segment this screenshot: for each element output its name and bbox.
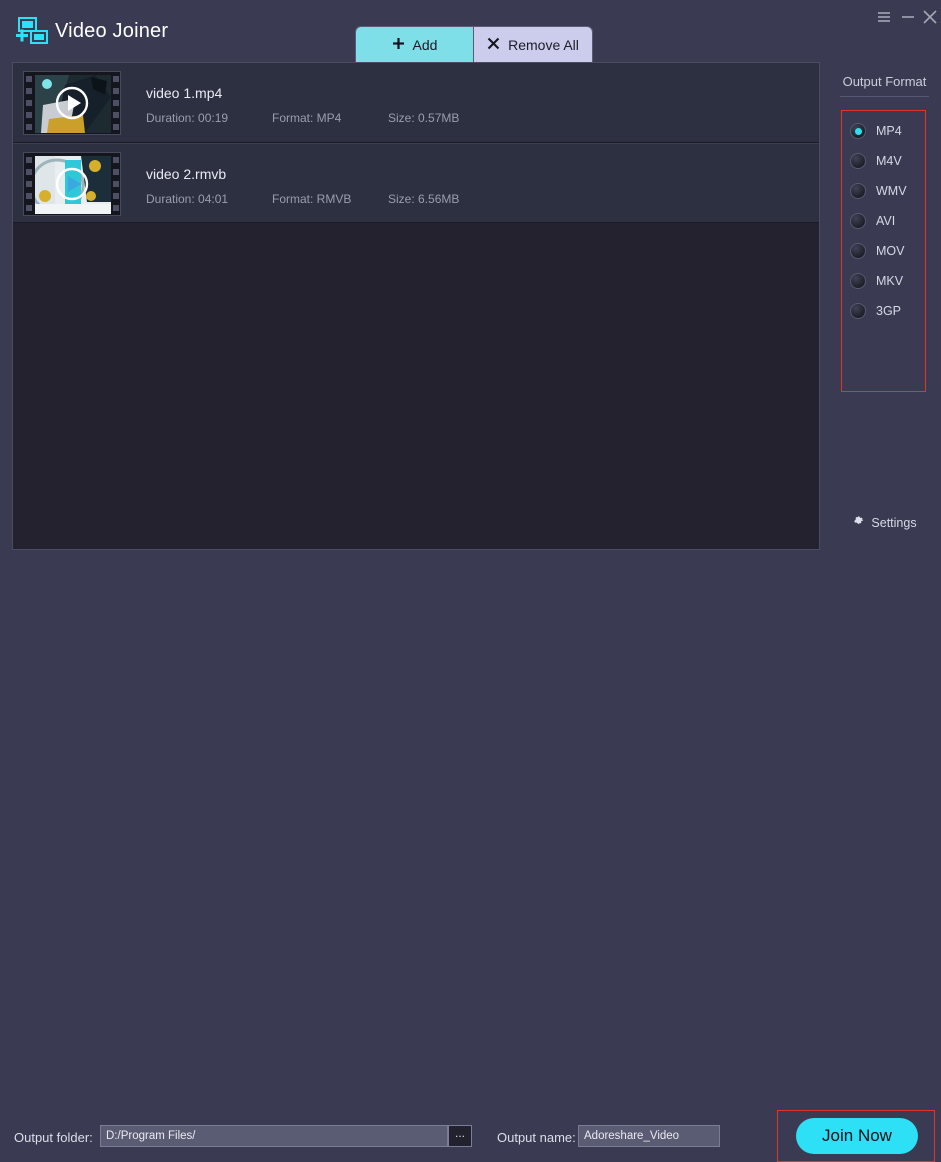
minimize-icon[interactable]: [897, 6, 919, 28]
video-size: Size: 6.56MB: [388, 192, 460, 206]
output-folder-input[interactable]: [100, 1125, 448, 1147]
close-icon[interactable]: [919, 6, 941, 28]
table-row[interactable]: video 1.mp4 Duration: 00:19 Format: MP4 …: [13, 63, 819, 143]
video-thumbnail[interactable]: [23, 152, 121, 216]
play-icon[interactable]: [55, 167, 89, 201]
radio-icon[interactable]: [850, 213, 866, 229]
video-size: Size: 0.57MB: [388, 111, 460, 125]
divider: [840, 96, 929, 97]
format-option-label: AVI: [876, 214, 896, 228]
radio-icon[interactable]: [850, 123, 866, 139]
footer-bar: Output folder: ... Output name: Join Now: [0, 552, 941, 1162]
radio-icon[interactable]: [850, 303, 866, 319]
format-option-mkv[interactable]: MKV: [850, 273, 903, 289]
output-name-label: Output name:: [497, 1130, 576, 1145]
video-duration: Duration: 00:19: [146, 111, 229, 125]
radio-icon[interactable]: [850, 273, 866, 289]
radio-icon[interactable]: [850, 243, 866, 259]
output-format-sidebar: Output Format MP4 M4V WMV AVI MOV MKV 3G…: [828, 62, 941, 550]
format-option-avi[interactable]: AVI: [850, 213, 895, 229]
format-option-mp4[interactable]: MP4: [850, 123, 902, 139]
output-format-title: Output Format: [842, 74, 927, 89]
remove-all-button[interactable]: Remove All: [473, 26, 593, 62]
remove-all-button-label: Remove All: [508, 36, 579, 53]
add-button[interactable]: Add: [355, 26, 473, 62]
join-now-highlight: Join Now: [777, 1110, 935, 1162]
output-name-input[interactable]: [578, 1125, 720, 1147]
format-option-mov[interactable]: MOV: [850, 243, 904, 259]
format-option-3gp[interactable]: 3GP: [850, 303, 901, 319]
video-file-name: video 2.rmvb: [146, 166, 227, 182]
gear-icon: [852, 514, 865, 532]
play-icon[interactable]: [55, 86, 89, 120]
radio-icon[interactable]: [850, 183, 866, 199]
format-option-label: M4V: [876, 154, 902, 168]
output-folder-label: Output folder:: [14, 1130, 93, 1145]
page-title: Video Joiner: [55, 20, 169, 42]
x-icon: [487, 37, 500, 53]
video-duration: Duration: 04:01: [146, 192, 229, 206]
format-option-label: MP4: [876, 124, 902, 138]
toolbar-tabs: Add Remove All: [355, 26, 593, 62]
format-option-wmv[interactable]: WMV: [850, 183, 907, 199]
video-format: Format: MP4: [272, 111, 342, 125]
video-thumbnail[interactable]: [23, 71, 121, 135]
radio-icon[interactable]: [850, 153, 866, 169]
format-option-label: WMV: [876, 184, 907, 198]
format-option-label: MKV: [876, 274, 904, 288]
browse-button[interactable]: ...: [448, 1125, 472, 1147]
format-options-group: MP4 M4V WMV AVI MOV MKV 3GP: [841, 110, 926, 392]
video-format: Format: RMVB: [272, 192, 352, 206]
settings-button[interactable]: Settings: [828, 514, 941, 532]
hamburger-menu-icon[interactable]: [873, 6, 895, 28]
format-option-label: 3GP: [876, 304, 902, 318]
format-option-label: MOV: [876, 244, 905, 258]
format-option-m4v[interactable]: M4V: [850, 153, 902, 169]
video-file-name: video 1.mp4: [146, 85, 223, 101]
settings-label: Settings: [871, 516, 917, 530]
join-now-button[interactable]: Join Now: [796, 1118, 918, 1154]
add-button-label: Add: [412, 36, 438, 53]
plus-icon: [392, 37, 405, 53]
table-row[interactable]: video 2.rmvb Duration: 04:01 Format: RMV…: [13, 143, 819, 223]
video-list-panel: video 1.mp4 Duration: 00:19 Format: MP4 …: [12, 62, 820, 550]
video-join-icon: [12, 17, 52, 47]
